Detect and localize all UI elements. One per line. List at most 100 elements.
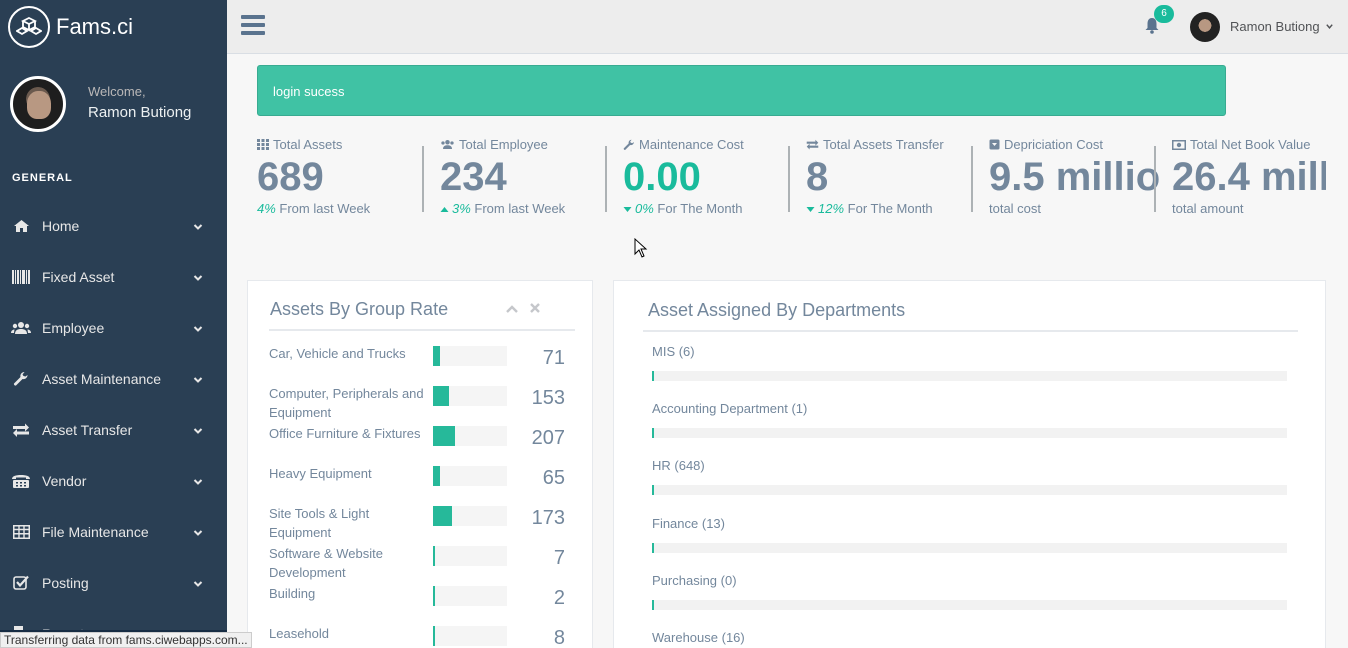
group-label: Software & Website Development: [269, 546, 383, 580]
fax-icon: [11, 473, 31, 489]
tile-value: 9.5 million: [989, 155, 1162, 199]
chevron-down-icon: [193, 321, 203, 337]
welcome-text: Welcome,: [88, 84, 146, 99]
group-progress-fill: [433, 546, 435, 566]
caret-square-icon: [989, 139, 1000, 150]
panel-divider: [643, 330, 1298, 332]
group-label: Computer, Peripherals and Equipment: [269, 386, 424, 420]
group-progress-fill: [433, 626, 435, 646]
sidebar-item-posting[interactable]: Posting: [0, 557, 227, 608]
stat-tile: Total Assets Transfer 8 12% For The Month: [796, 137, 979, 222]
sidebar-item-label: Fixed Asset: [42, 268, 115, 285]
sidebar-item-asset-transfer[interactable]: Asset Transfer: [0, 404, 227, 455]
group-row: Car, Vehicle and Trucks 71: [269, 344, 569, 384]
table-icon: [11, 524, 31, 540]
department-progress-fill: [652, 428, 654, 439]
group-progress-bar: [433, 506, 507, 526]
tile-subtext: From last Week: [470, 201, 566, 216]
department-progress-fill: [652, 371, 654, 381]
sidebar-item-label: Home: [42, 217, 80, 234]
tile-label: Total Assets Transfer: [823, 137, 944, 152]
group-progress-fill: [433, 346, 440, 366]
notification-badge[interactable]: 6: [1154, 5, 1174, 23]
group-value: 65: [542, 467, 565, 489]
sidebar-item-label: Asset Maintenance: [42, 370, 162, 387]
chevron-down-icon: [193, 423, 203, 439]
department-progress-bar: [652, 428, 1287, 439]
exchange-icon: [806, 139, 819, 150]
tile-divider: [422, 146, 424, 212]
group-label: Building: [269, 586, 316, 601]
assets-by-group-panel: Assets By Group Rate Car, Vehicle and Tr…: [247, 280, 593, 648]
group-row: Building 2: [269, 584, 569, 624]
chevron-down-icon: [193, 525, 203, 541]
tile-value: 234: [440, 155, 507, 199]
group-progress-fill: [433, 466, 440, 486]
caret-down-icon: [806, 207, 815, 212]
department-progress-bar: [652, 599, 1287, 610]
department-label: Warehouse (16): [652, 630, 745, 645]
profile-name: Ramon Butiong: [88, 104, 192, 121]
group-value: 173: [531, 507, 565, 529]
stat-tile: Total Employee 234 3% From last Week: [430, 137, 613, 222]
chevron-down-icon: [193, 576, 203, 592]
menu-toggle-icon[interactable]: [241, 15, 265, 37]
tile-label: Total Net Book Value: [1190, 137, 1311, 152]
group-row: Software & Website Development 7: [269, 544, 569, 584]
stat-tile: Total Net Book Value 26.4 million total am…: [1162, 137, 1326, 222]
group-progress-bar: [433, 626, 507, 646]
money-icon: [1172, 139, 1186, 150]
department-progress-bar: [652, 485, 1287, 496]
sidebar-item-file-maintenance[interactable]: File Maintenance: [0, 506, 227, 557]
exchange-icon: [11, 422, 31, 438]
close-icon[interactable]: [530, 303, 540, 313]
department-row: HR (648): [652, 458, 1288, 496]
chevron-up-icon[interactable]: [506, 304, 518, 314]
stat-tile: Total Assets 689 4% From last Week: [247, 137, 430, 222]
alert-text: login sucess: [273, 84, 345, 99]
tile-percent: 3%: [452, 201, 471, 216]
group-value: 2: [553, 587, 565, 609]
group-row: Site Tools & Light Equipment 173: [269, 504, 569, 544]
sidebar-item-label: Employee: [42, 319, 105, 336]
department-label: Purchasing (0): [652, 572, 737, 588]
department-progress-fill: [652, 542, 654, 553]
tile-value: 689: [257, 155, 324, 199]
mouse-cursor-icon: [634, 238, 648, 258]
group-progress-bar: [433, 426, 507, 446]
sidebar-item-asset-maintenance[interactable]: Asset Maintenance: [0, 353, 227, 404]
group-value: 8: [553, 627, 565, 648]
login-alert: login sucess: [257, 65, 1226, 116]
user-name-label: Ramon Butiong: [1230, 19, 1320, 34]
group-progress-bar: [433, 546, 507, 566]
chevron-down-icon: [1326, 24, 1333, 29]
group-progress-fill: [433, 506, 452, 526]
sidebar-item-employee[interactable]: Employee: [0, 302, 227, 353]
panel-divider: [269, 329, 575, 331]
group-label: Office Furniture & Fixtures: [269, 426, 421, 441]
app-name: Fams.ci: [56, 14, 133, 39]
menu-section-title: GENERAL: [12, 172, 73, 184]
sidebar-item-fixed-asset[interactable]: Fixed Asset: [0, 251, 227, 302]
group-value: 153: [531, 387, 565, 409]
user-avatar[interactable]: [1190, 12, 1220, 42]
group-progress-fill: [433, 386, 449, 406]
department-row: Finance (13): [652, 516, 1288, 553]
tile-label: Total Employee: [459, 137, 548, 152]
tile-subtext: total amount: [1172, 201, 1244, 216]
group-row: Heavy Equipment 65: [269, 464, 569, 504]
department-label: MIS (6): [652, 344, 695, 359]
department-row: Warehouse (16): [652, 630, 1288, 648]
sidebar-item-vendor[interactable]: Vendor: [0, 455, 227, 506]
chevron-down-icon: [193, 474, 203, 490]
tile-subtext: total cost: [989, 201, 1042, 216]
department-progress-fill: [652, 485, 654, 496]
brand[interactable]: Fams.ci: [0, 0, 227, 54]
sidebar-item-home[interactable]: Home: [0, 200, 227, 251]
department-row: Accounting Department (1): [652, 401, 1288, 439]
check-square-icon: [11, 575, 31, 591]
sidebar-item-label: Asset Transfer: [42, 421, 133, 438]
user-menu[interactable]: Ramon Butiong: [1230, 19, 1334, 34]
tile-label: Maintenance Cost: [639, 137, 744, 152]
tile-subtext: For The Month: [844, 201, 933, 216]
